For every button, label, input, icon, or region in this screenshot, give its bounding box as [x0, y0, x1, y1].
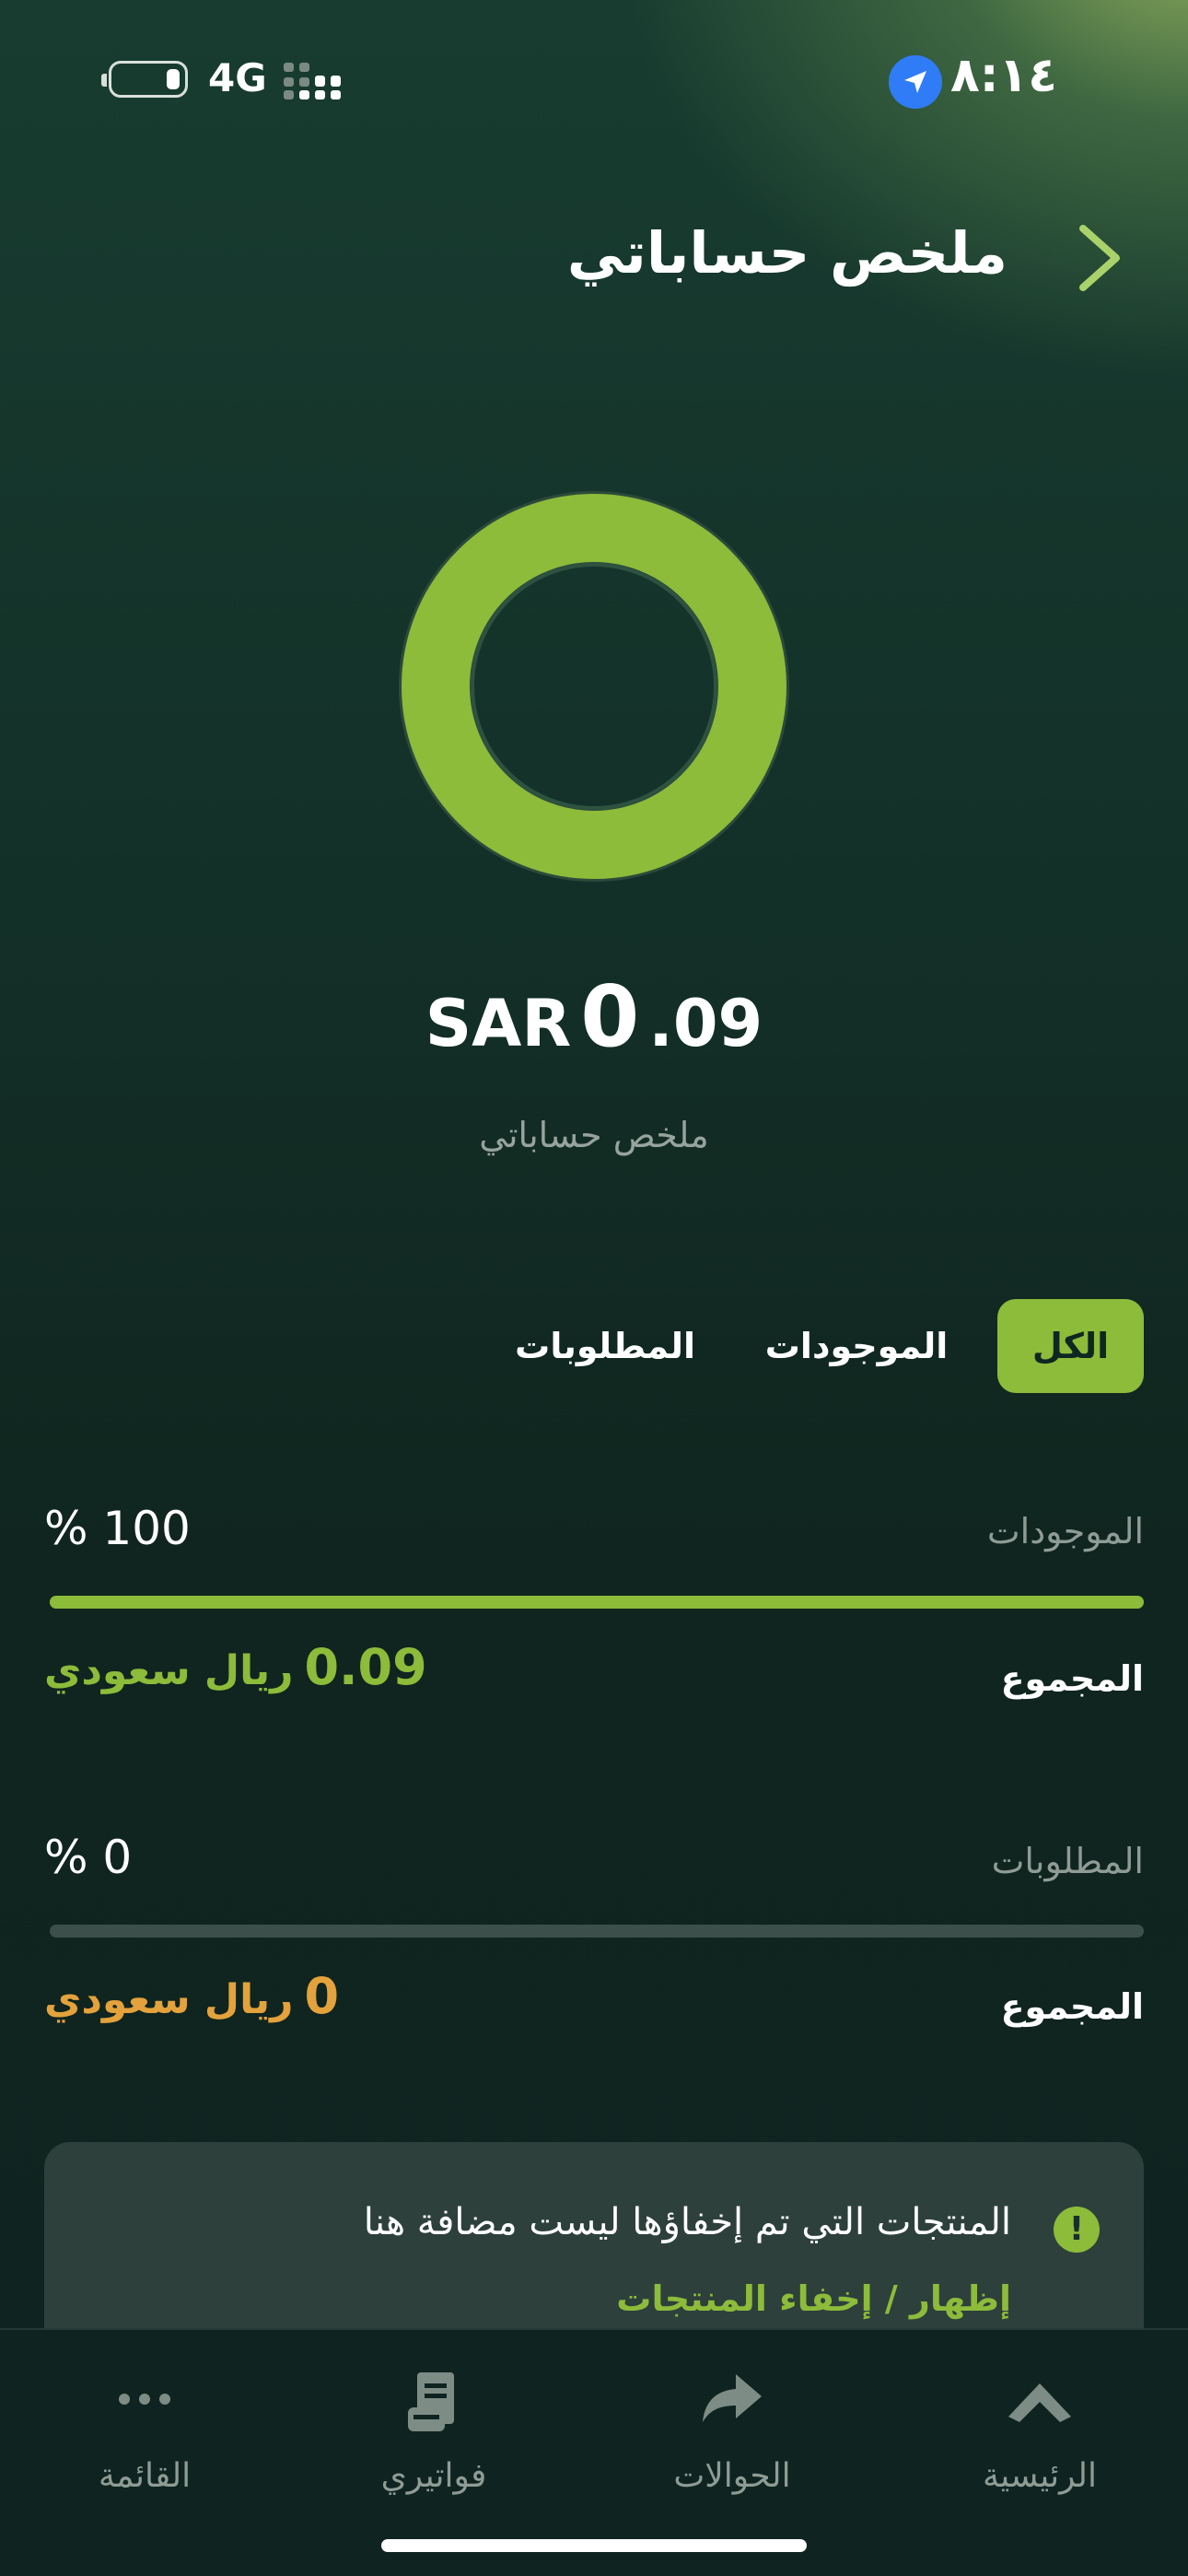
battery-icon: [101, 61, 188, 98]
info-exclamation-icon: !: [1054, 2207, 1100, 2253]
status-time: ٨:١٤: [950, 48, 1058, 103]
tab-liabilities[interactable]: المطلوبات: [515, 1299, 695, 1393]
status-bar: 4G ٨:١٤: [0, 0, 1188, 161]
nav-transfers[interactable]: الحوالات: [584, 2330, 880, 2533]
total-integer: 0: [580, 967, 640, 1066]
liabilities-sum-label: المجموع: [1000, 1986, 1144, 2027]
assets-sum-currency: ريال سعودي: [44, 1647, 294, 1694]
accounts-donut-chart: [399, 491, 789, 882]
bills-icon: [408, 2372, 454, 2431]
transfer-icon: [703, 2374, 762, 2422]
nav-transfers-label: الحوالات: [673, 2457, 791, 2495]
assets-progress-fill: [50, 1596, 1144, 1609]
network-type: 4G: [208, 55, 267, 100]
hidden-products-message: المنتجات التي تم إخفاؤها ليست مضافة هنا: [363, 2201, 1011, 2243]
donut-assets-segment: [402, 494, 786, 879]
liabilities-label: المطلوبات: [991, 1841, 1144, 1881]
nav-home-label: الرئيسية: [983, 2457, 1097, 2495]
liabilities-sum-number: 0: [304, 1967, 340, 2025]
total-balance: SAR 0.09: [0, 967, 1188, 1066]
assets-sum-value: 0.09ريال سعودي: [44, 1638, 427, 1696]
liabilities-sum-currency: ريال سعودي: [44, 1976, 294, 2023]
tab-assets[interactable]: الموجودات: [764, 1299, 949, 1393]
nav-bills[interactable]: فواتيري: [285, 2330, 582, 2533]
total-decimal: .09: [648, 986, 763, 1061]
chevron-right-icon: [1079, 225, 1120, 291]
assets-sum-label: المجموع: [1000, 1658, 1144, 1699]
home-icon: [1008, 2383, 1071, 2422]
liabilities-percent: % 0: [44, 1831, 133, 1884]
assets-percent: % 100: [44, 1502, 191, 1555]
nav-home[interactable]: الرئيسية: [891, 2330, 1188, 2533]
liabilities-progress-bar: [50, 1925, 1144, 1938]
page-title: ملخص حساباتي: [566, 219, 1007, 287]
nav-menu-label: القائمة: [98, 2457, 192, 2495]
total-caption: ملخص حساباتي: [479, 1115, 709, 1155]
signal-icon: [282, 59, 346, 101]
liabilities-sum-value: 0ريال سعودي: [44, 1967, 339, 2025]
assets-sum-number: 0.09: [304, 1638, 427, 1696]
back-button[interactable]: [1066, 210, 1140, 302]
app-screen: 4G ٨:١٤ ملخص حساباتي SAR 0 .09 ملخص حساب…: [0, 0, 1188, 2576]
assets-progress-bar: [50, 1596, 1144, 1609]
more-icon: [119, 2394, 170, 2405]
show-hide-products-link[interactable]: إظهار / إخفاء المنتجات: [616, 2278, 1011, 2319]
home-indicator: [381, 2539, 807, 2552]
total-currency: SAR: [425, 986, 572, 1061]
nav-menu[interactable]: القائمة: [0, 2330, 293, 2533]
location-icon: [889, 55, 942, 109]
tab-all[interactable]: الكل: [997, 1299, 1144, 1393]
nav-bills-label: فواتيري: [380, 2457, 487, 2495]
assets-label: الموجودات: [986, 1511, 1144, 1551]
